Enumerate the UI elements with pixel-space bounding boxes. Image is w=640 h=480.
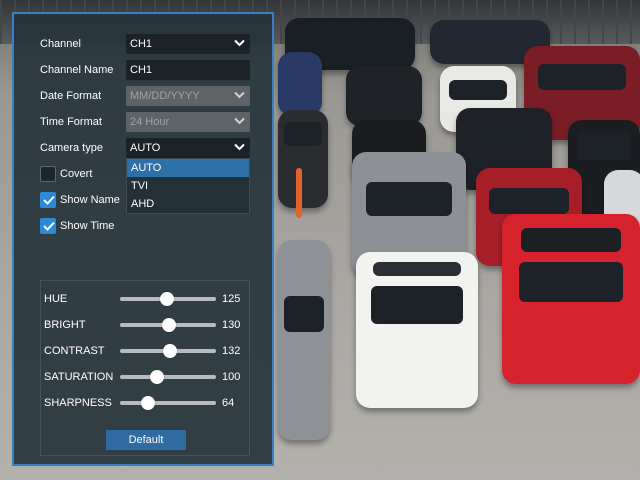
chevron-down-icon: [234, 34, 246, 54]
option-auto[interactable]: AUTO: [127, 159, 249, 177]
saturation-value: 100: [222, 371, 241, 383]
slider-knob[interactable]: [161, 318, 176, 332]
option-tvi[interactable]: TVI: [127, 177, 249, 195]
camera-type-label: Camera type: [40, 142, 103, 154]
channel-value: CH1: [130, 38, 153, 50]
bright-slider[interactable]: [120, 318, 216, 332]
slider-knob[interactable]: [160, 292, 175, 306]
sharpness-value: 64: [222, 397, 235, 409]
contrast-slider[interactable]: [120, 344, 216, 358]
hue-label: HUE: [44, 293, 68, 305]
car: [278, 110, 328, 208]
car: [502, 214, 640, 384]
covert-checkbox[interactable]: [40, 166, 56, 182]
time-format-value: 24 Hour: [130, 116, 170, 128]
car: [346, 66, 422, 126]
car: [356, 252, 478, 408]
chevron-down-icon: [234, 86, 246, 106]
camera-type-dropdown: AUTO TVI AHD: [126, 158, 250, 214]
channel-name-value: CH1: [130, 64, 153, 76]
channel-select[interactable]: CH1: [126, 34, 250, 54]
bright-label: BRIGHT: [44, 319, 86, 331]
saturation-slider[interactable]: [120, 370, 216, 384]
option-ahd[interactable]: AHD: [127, 195, 249, 213]
date-format-select[interactable]: MM/DD/YYYY: [126, 86, 250, 106]
time-format-label: Time Format: [40, 116, 102, 128]
camera-type-select[interactable]: AUTO: [126, 138, 250, 158]
bright-value: 130: [222, 319, 241, 331]
show-time-label: Show Time: [60, 220, 115, 232]
date-format-label: Date Format: [40, 90, 102, 102]
time-format-select[interactable]: 24 Hour: [126, 112, 250, 132]
date-format-value: MM/DD/YYYY: [130, 90, 200, 102]
show-name-checkbox[interactable]: [40, 192, 56, 208]
sharpness-label: SHARPNESS: [44, 397, 112, 409]
channel-label: Channel: [40, 38, 81, 50]
channel-name-input[interactable]: CH1: [126, 60, 250, 80]
camera-settings-panel: Channel CH1 Channel Name CH1 Date Format…: [12, 12, 274, 466]
default-button[interactable]: Default: [106, 430, 186, 450]
slider-knob[interactable]: [162, 344, 177, 358]
chevron-down-icon: [234, 138, 246, 158]
camera-type-value: AUTO: [130, 142, 161, 154]
car: [278, 240, 330, 440]
show-time-checkbox[interactable]: [40, 218, 56, 234]
slider-knob[interactable]: [140, 396, 155, 410]
checkmark-icon: [43, 195, 55, 205]
traffic-bollard: [296, 168, 302, 218]
saturation-label: SATURATION: [44, 371, 114, 383]
hue-slider[interactable]: [120, 292, 216, 306]
contrast-label: CONTRAST: [44, 345, 105, 357]
hue-value: 125: [222, 293, 241, 305]
show-name-label: Show Name: [60, 194, 120, 206]
chevron-down-icon: [234, 112, 246, 132]
contrast-value: 132: [222, 345, 241, 357]
covert-label: Covert: [60, 168, 93, 180]
sharpness-slider[interactable]: [120, 396, 216, 410]
checkmark-icon: [43, 221, 55, 231]
channel-name-label: Channel Name: [40, 64, 114, 76]
car: [278, 52, 322, 116]
